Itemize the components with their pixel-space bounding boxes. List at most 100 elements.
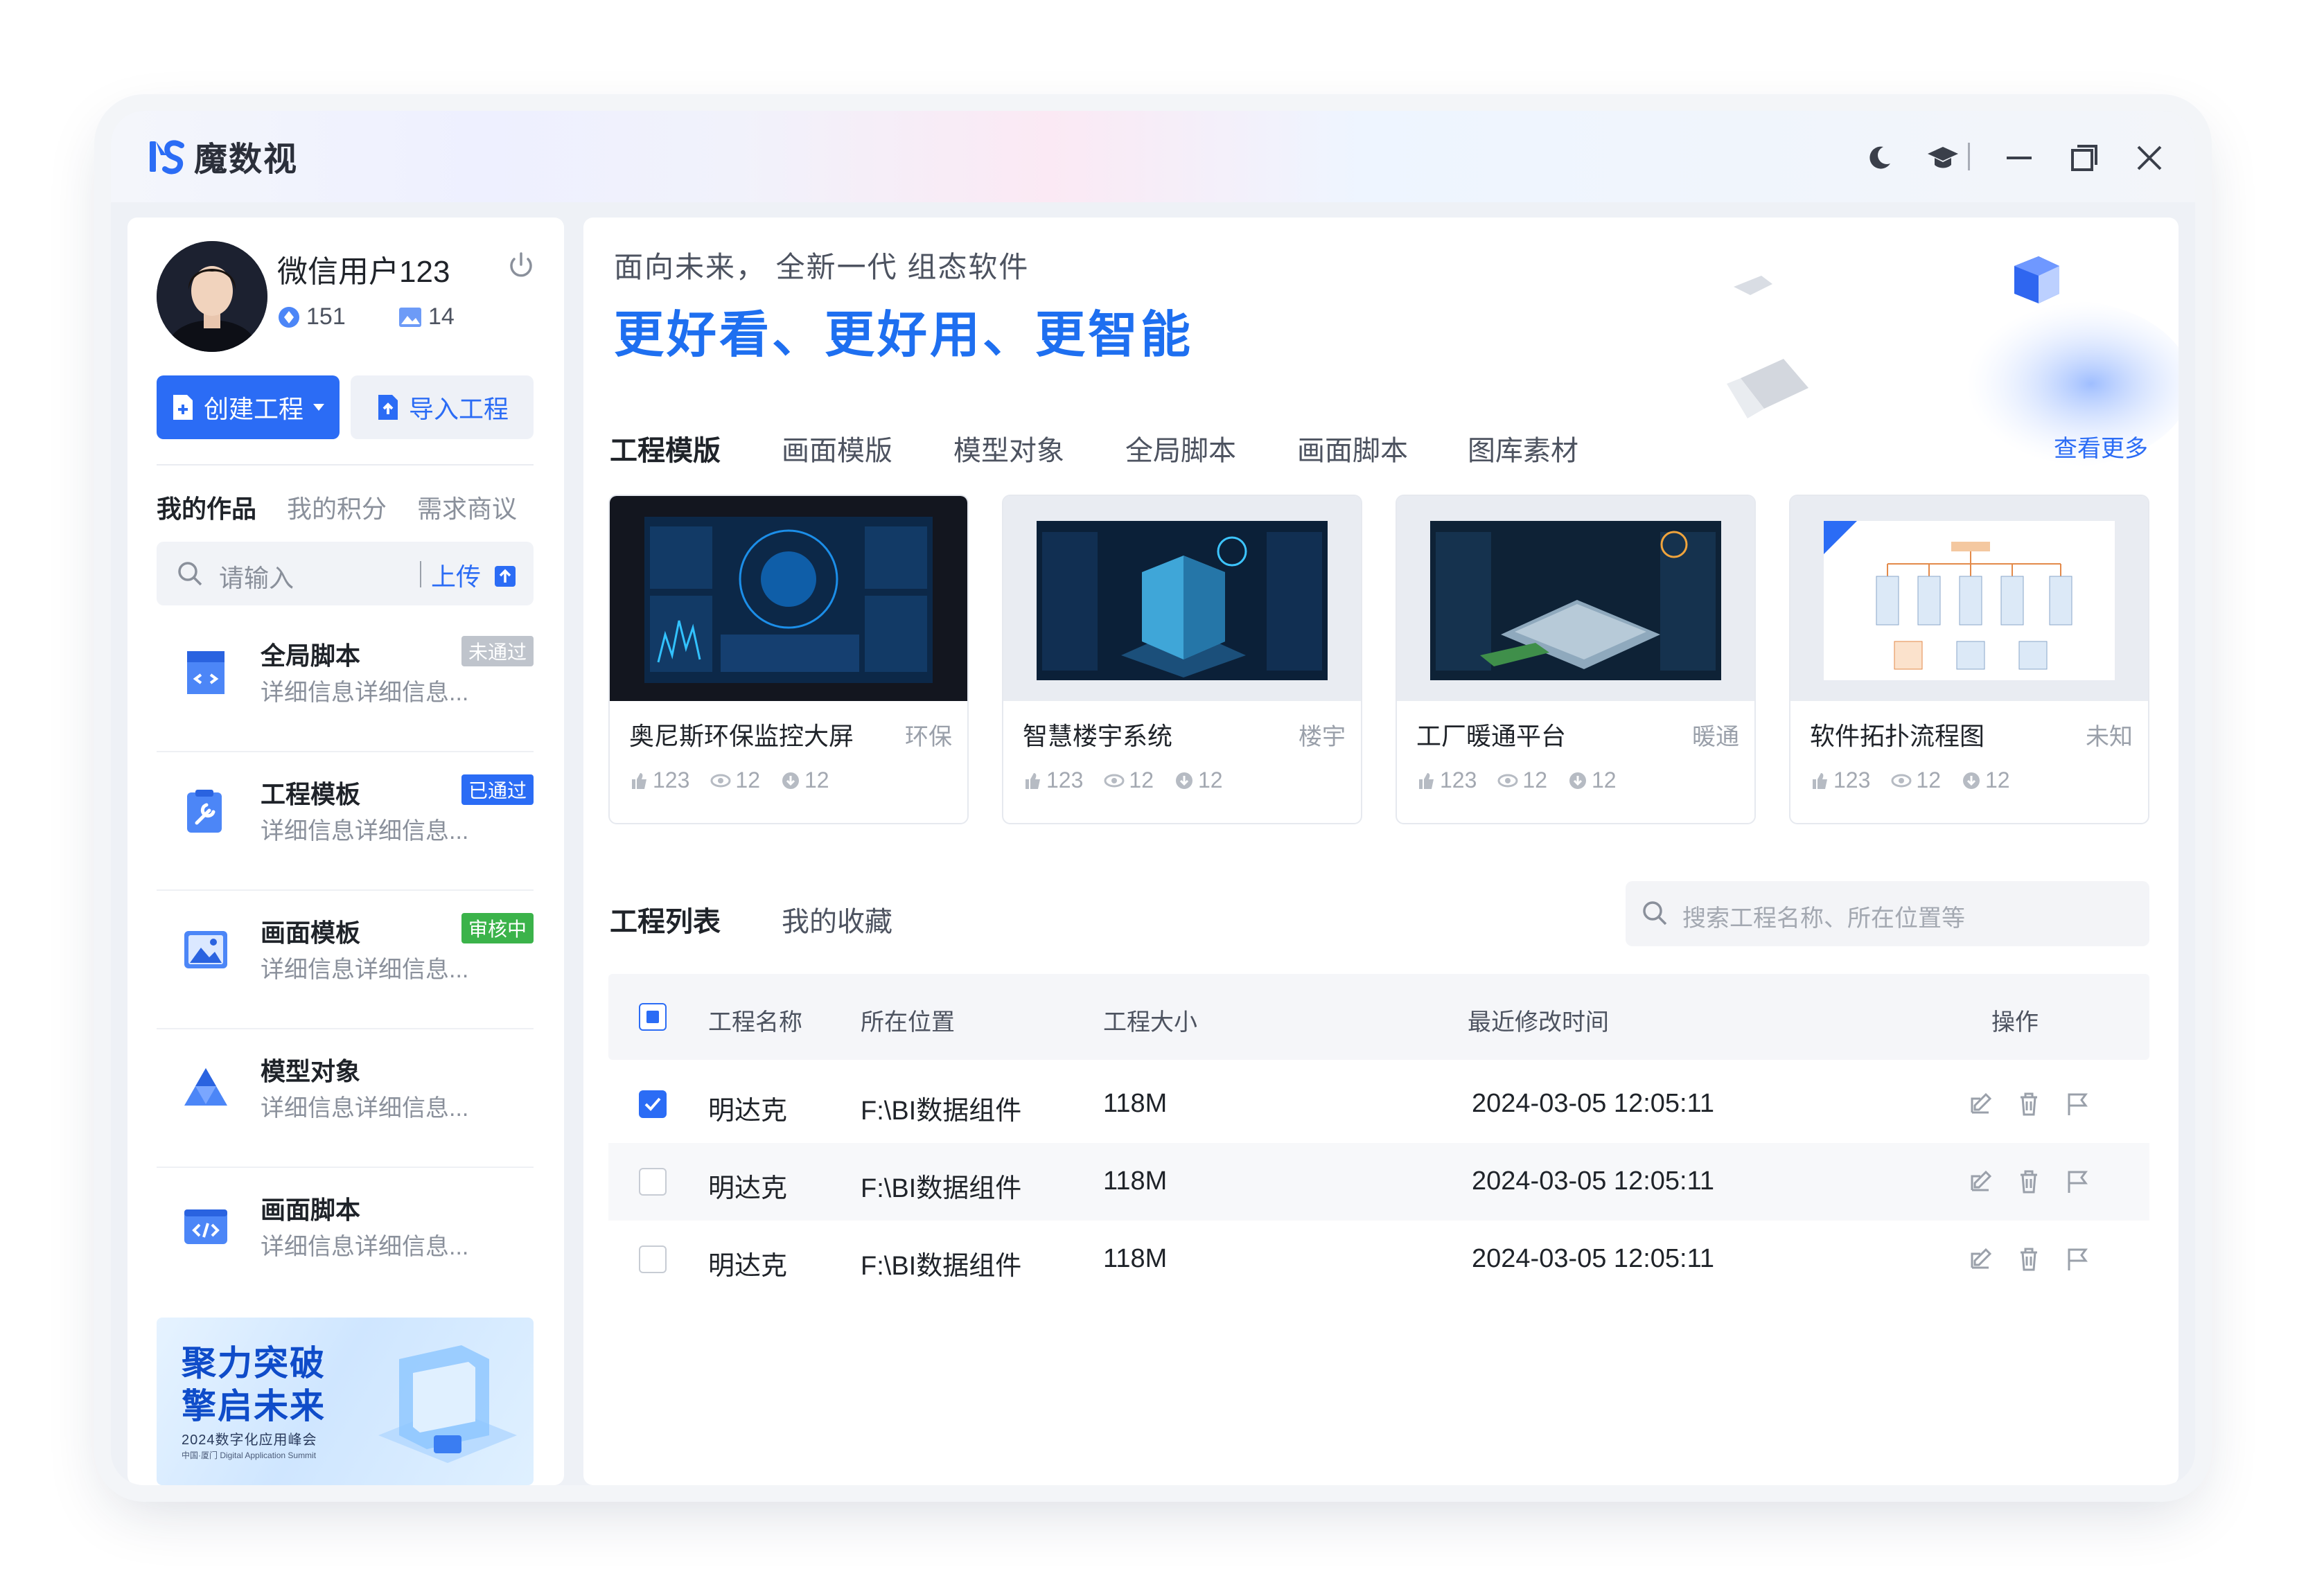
check-icon (644, 1097, 661, 1111)
card-tag: 未知 (2086, 724, 2133, 750)
factory-thumbnail-icon (1397, 496, 1754, 701)
sidebar: 微信用户123 151 14 创建工程 导入工程 我的作品 我的积分 需求商议 (127, 218, 564, 1485)
column-header-name[interactable]: 工程名称 (708, 1003, 802, 1037)
column-header-location[interactable]: 所在位置 (861, 1003, 955, 1037)
cell-name: 明达克 (708, 1097, 788, 1126)
tab-requirements[interactable]: 需求商议 (417, 489, 517, 525)
work-item[interactable]: 画面模板 详细信息详细信息... 审核中 (157, 889, 534, 1029)
tab-global-script[interactable]: 全局脚本 (1125, 428, 1236, 468)
work-item[interactable]: 工程模板 详细信息详细信息... 已通过 (157, 751, 534, 891)
cell-size: 118M (1103, 1244, 1168, 1273)
close-icon (2137, 145, 2162, 170)
tab-model-object[interactable]: 模型对象 (953, 428, 1064, 468)
cell-location: F:\BI数据组件 (861, 1174, 1022, 1203)
create-project-label: 创建工程 (203, 395, 303, 423)
like-count: 123 (1046, 768, 1084, 792)
model-triangle-icon (184, 1068, 227, 1106)
tab-screen-script[interactable]: 画面脚本 (1297, 428, 1408, 468)
graduation-cap-icon (1928, 147, 1958, 168)
tab-gallery[interactable]: 图库素材 (1468, 428, 1578, 468)
table-row[interactable]: 明达克 F:\BI数据组件 118M 2024-03-05 12:05:11 (608, 1221, 2149, 1298)
project-search-input[interactable]: 搜索工程名称、所在位置等 (1682, 899, 1965, 933)
search-input[interactable]: 请输入 (219, 558, 294, 594)
work-item[interactable]: 模型对象 详细信息详细信息... (157, 1028, 534, 1168)
row-checkbox[interactable] (639, 1245, 667, 1273)
tab-project-list[interactable]: 工程列表 (610, 899, 721, 939)
column-header-size[interactable]: 工程大小 (1103, 1003, 1197, 1037)
delete-icon[interactable] (2015, 1168, 2043, 1196)
view-more-link[interactable]: 查看更多 (2054, 429, 2148, 463)
work-title: 工程模板 (261, 780, 361, 808)
upload-button[interactable]: 上传 (431, 557, 517, 593)
delete-icon[interactable] (2015, 1090, 2043, 1118)
work-title: 全局脚本 (261, 641, 361, 670)
card-tag: 暖通 (1692, 724, 1739, 750)
dashboard-thumbnail-icon (610, 496, 967, 701)
card-tag: 环保 (905, 724, 952, 750)
theme-toggle-button[interactable] (1860, 139, 1899, 177)
edit-icon[interactable] (1966, 1168, 1994, 1196)
view-count: 12 (1522, 768, 1547, 792)
cell-modified: 2024-03-05 12:05:11 (1472, 1167, 1715, 1196)
template-card[interactable]: 工厂暖通平台 暖通 123 12 12 (1396, 495, 1756, 824)
tab-screen-template[interactable]: 画面模版 (782, 428, 892, 468)
tutorial-button[interactable] (1924, 139, 1962, 177)
row-checkbox[interactable] (639, 1168, 667, 1196)
search-icon (1643, 901, 1667, 925)
work-item[interactable]: 画面脚本 详细信息详细信息... (157, 1167, 534, 1305)
template-card[interactable]: 智慧楼宇系统 楼宇 123 12 12 (1002, 495, 1362, 824)
minimize-icon (2007, 157, 2032, 159)
tab-favorites[interactable]: 我的收藏 (782, 899, 892, 939)
flag-icon[interactable] (2063, 1168, 2091, 1196)
view-count: 12 (735, 768, 760, 792)
column-header-modified[interactable]: 最近修改时间 (1468, 1003, 1609, 1037)
flowchart-thumbnail-icon (1790, 496, 2148, 701)
tab-my-works[interactable]: 我的作品 (157, 489, 256, 525)
template-card[interactable]: 软件拓扑流程图 未知 123 12 12 (1789, 495, 2149, 824)
works-search[interactable]: 请输入 上传 (157, 542, 534, 605)
flag-icon[interactable] (2063, 1245, 2091, 1273)
select-all-checkbox[interactable] (639, 1003, 667, 1031)
like-icon (1026, 772, 1040, 789)
row-actions (1966, 1245, 2091, 1273)
banner-illustration-icon (378, 1345, 517, 1463)
avatar[interactable] (157, 241, 267, 352)
banner-line-4: 中国·厦门 Digital Application Summit (182, 1451, 317, 1460)
cell-name: 明达克 (708, 1174, 788, 1203)
view-count: 12 (1916, 768, 1941, 792)
import-project-button[interactable]: 导入工程 (351, 375, 534, 439)
work-title: 画面模板 (261, 919, 361, 947)
main-content: 面向未来， 全新一代 组态软件 更好看、更好用、更智能 工程模版 画面模版 模型… (583, 218, 2179, 1485)
table-row[interactable]: 明达克 F:\BI数据组件 118M 2024-03-05 12:05:11 (608, 1143, 2149, 1221)
download-count: 12 (1591, 768, 1617, 792)
work-desc: 详细信息详细信息... (261, 680, 469, 706)
table-row[interactable]: 明达克 F:\BI数据组件 118M 2024-03-05 12:05:11 (608, 1065, 2149, 1143)
like-count: 123 (1440, 768, 1477, 792)
like-icon (1419, 772, 1434, 789)
restore-button[interactable] (2065, 139, 2104, 177)
cell-modified: 2024-03-05 12:05:11 (1472, 1089, 1715, 1118)
upload-label: 上传 (431, 562, 482, 591)
tab-project-template[interactable]: 工程模版 (610, 428, 721, 468)
download-icon (1569, 772, 1586, 789)
edit-icon[interactable] (1966, 1245, 1994, 1273)
row-checkbox[interactable] (639, 1090, 667, 1118)
cell-size: 118M (1103, 1167, 1168, 1196)
delete-icon[interactable] (2015, 1245, 2043, 1273)
new-file-icon (173, 395, 193, 420)
create-project-button[interactable]: 创建工程 (157, 375, 340, 439)
app-title: 魔数视 (194, 141, 299, 178)
work-item[interactable]: 全局脚本 详细信息详细信息... 未通过 (157, 612, 534, 752)
flag-icon[interactable] (2063, 1090, 2091, 1118)
card-stats: 123 12 12 (1810, 768, 2010, 793)
power-icon[interactable] (504, 249, 538, 283)
promo-banner[interactable]: 聚力突破 擎启未来 2024数字化应用峰会 中国·厦门 Digital Appl… (157, 1318, 534, 1485)
app-window: 魔数视 微信用户123 151 14 创建工程 导入工程 我的作品 我的积分 需… (111, 111, 2195, 1485)
close-button[interactable] (2130, 139, 2169, 177)
avatar-portrait-icon (157, 241, 267, 352)
edit-icon[interactable] (1966, 1090, 1994, 1118)
minimize-button[interactable] (2000, 139, 2039, 177)
template-card[interactable]: 奥尼斯环保监控大屏 环保 123 12 12 (608, 495, 969, 824)
tab-my-points[interactable]: 我的积分 (287, 489, 387, 525)
project-search[interactable]: 搜索工程名称、所在位置等 (1626, 881, 2149, 946)
